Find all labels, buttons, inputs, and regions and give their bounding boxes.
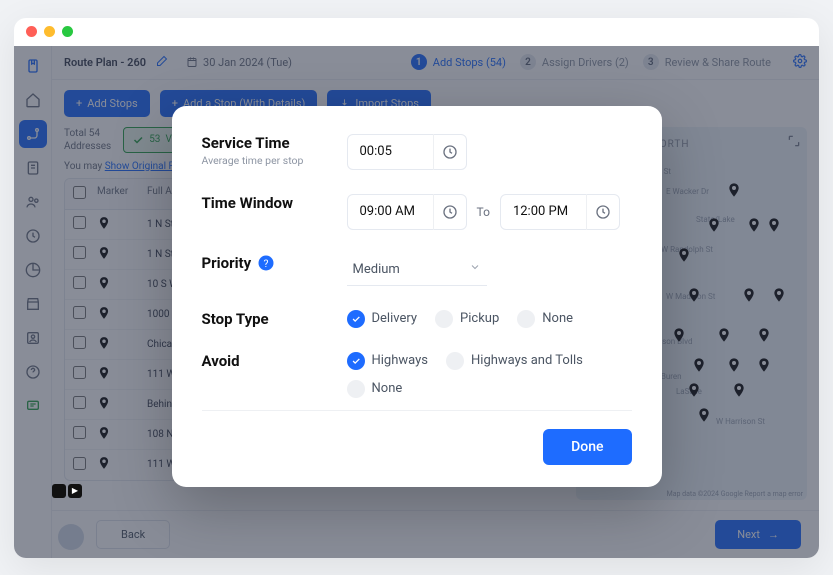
radio-indicator xyxy=(517,310,535,328)
avoid-row: Avoid Highways Highways and Tolls None xyxy=(202,352,632,398)
mac-window: Route Plan - 260 30 Jan 2024 (Tue) 1Add … xyxy=(14,18,819,558)
service-time-subtitle: Average time per stop xyxy=(202,154,347,167)
stop-type-option[interactable]: Pickup xyxy=(435,310,499,328)
modal-divider xyxy=(202,410,632,411)
clock-icon[interactable] xyxy=(433,134,467,170)
modal-footer: Done xyxy=(202,429,632,465)
play-store-badge[interactable]: ▶ xyxy=(68,484,82,498)
priority-value: Medium xyxy=(353,262,400,277)
service-time-title: Service Time xyxy=(202,134,347,152)
chevron-down-icon xyxy=(469,261,481,277)
avoid-option[interactable]: Highways and Tolls xyxy=(446,352,583,370)
clock-icon[interactable] xyxy=(433,194,467,230)
titlebar xyxy=(14,18,819,46)
done-button[interactable]: Done xyxy=(543,429,631,465)
radio-indicator xyxy=(435,310,453,328)
radio-indicator xyxy=(446,352,464,370)
radio-label: Delivery xyxy=(372,311,418,326)
time-window-row: Time Window To xyxy=(202,194,632,230)
window-minimize-button[interactable] xyxy=(44,26,55,37)
stop-type-title: Stop Type xyxy=(202,310,347,328)
radio-indicator xyxy=(347,380,365,398)
avoid-option[interactable]: None xyxy=(347,380,403,398)
stop-type-option[interactable]: None xyxy=(517,310,573,328)
avoid-option[interactable]: Highways xyxy=(347,352,429,370)
stop-type-option[interactable]: Delivery xyxy=(347,310,418,328)
help-icon[interactable]: ? xyxy=(257,254,275,272)
priority-select[interactable]: Medium xyxy=(347,254,487,286)
stop-settings-modal: Service Time Average time per stop Time … xyxy=(172,106,662,487)
radio-label: Pickup xyxy=(460,311,499,326)
service-time-row: Service Time Average time per stop xyxy=(202,134,632,170)
app-store-badges: ▶ xyxy=(52,484,82,498)
radio-label: None xyxy=(542,311,573,326)
to-label: To xyxy=(477,205,490,219)
avoid-title: Avoid xyxy=(202,352,347,370)
modal-overlay[interactable]: Service Time Average time per stop Time … xyxy=(14,46,819,558)
window-maximize-button[interactable] xyxy=(62,26,73,37)
window-close-button[interactable] xyxy=(26,26,37,37)
stop-type-row: Stop Type Delivery Pickup None xyxy=(202,310,632,328)
priority-title: Priority xyxy=(202,254,252,272)
radio-label: Highways xyxy=(372,353,429,368)
radio-label: Highways and Tolls xyxy=(471,353,583,368)
svg-text:?: ? xyxy=(264,256,269,269)
apple-store-badge[interactable] xyxy=(52,484,66,498)
clock-icon[interactable] xyxy=(586,194,620,230)
time-window-title: Time Window xyxy=(202,194,347,212)
radio-indicator xyxy=(347,352,365,370)
priority-row: Priority ? Medium xyxy=(202,254,632,286)
radio-indicator xyxy=(347,310,365,328)
radio-label: None xyxy=(372,381,403,396)
